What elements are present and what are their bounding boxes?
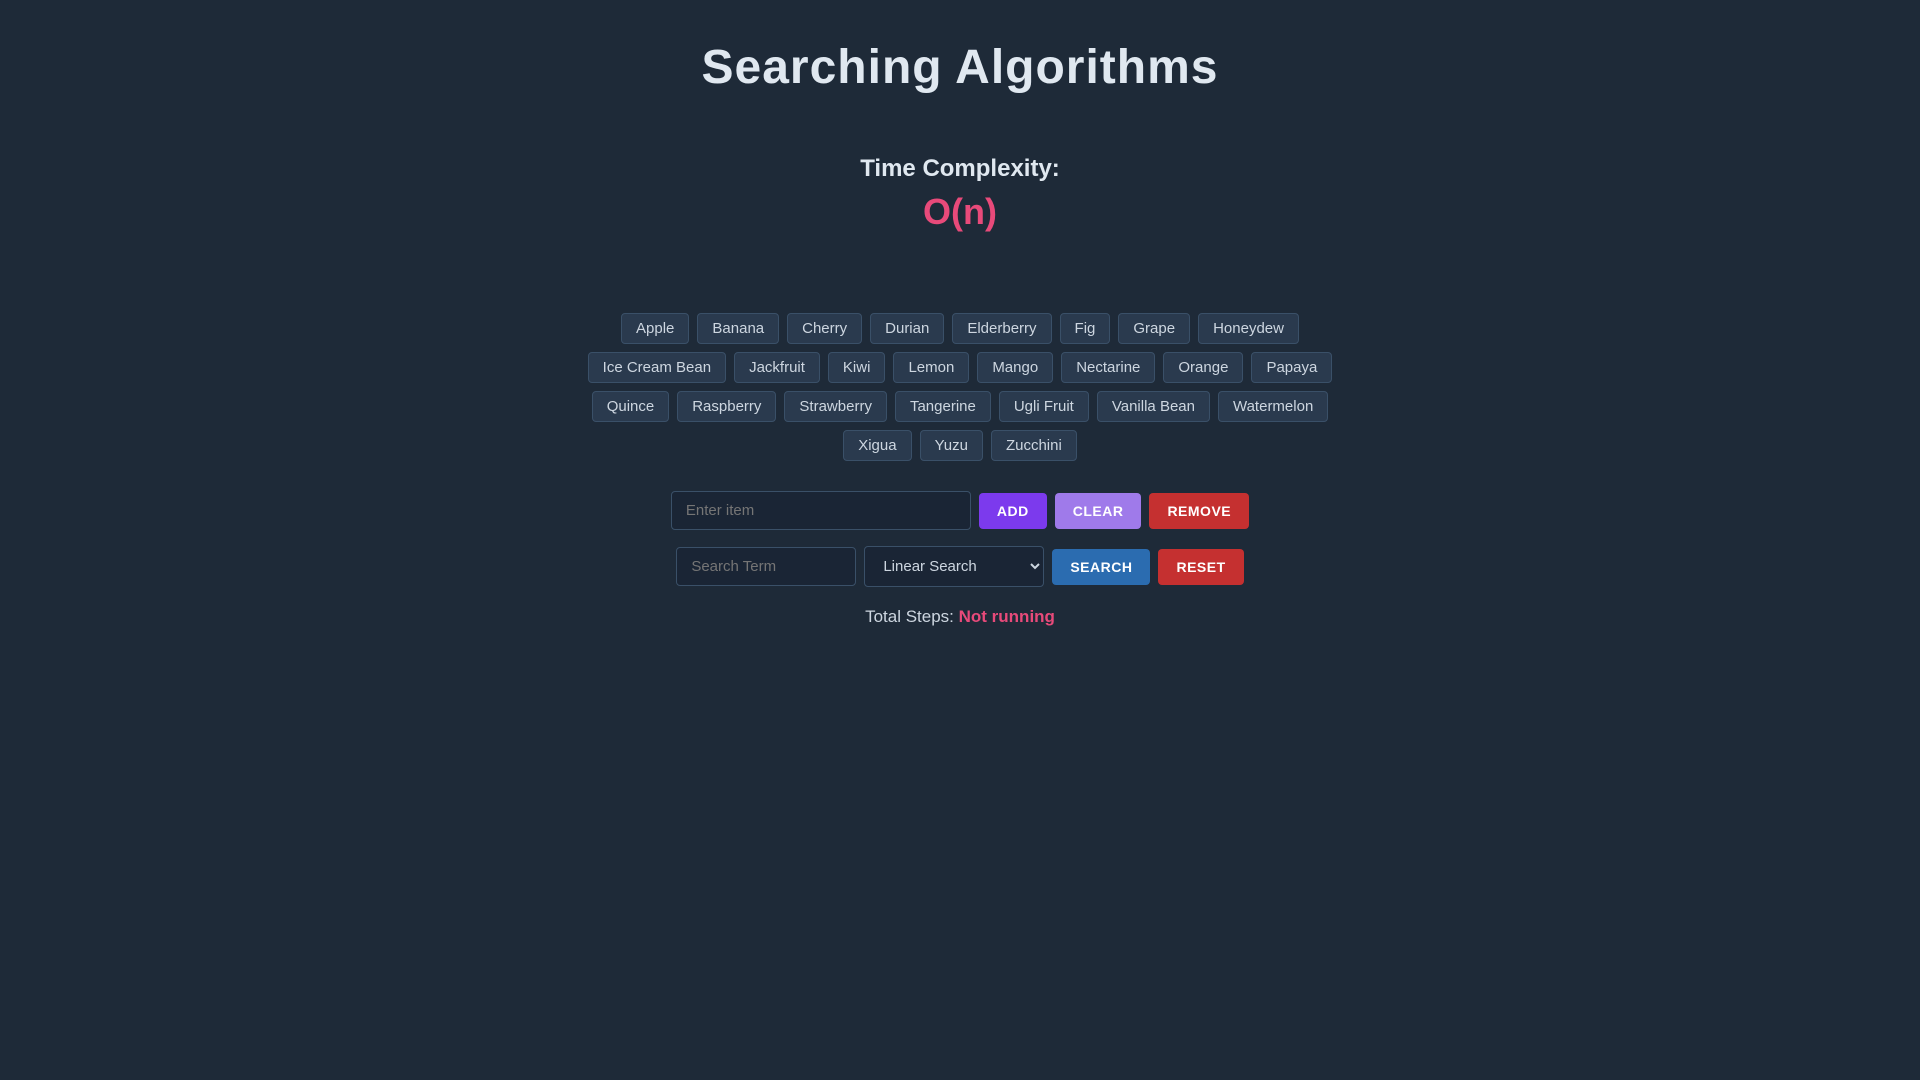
array-item: Orange bbox=[1163, 352, 1243, 383]
search-button[interactable]: SEARCH bbox=[1052, 549, 1150, 585]
clear-button[interactable]: CLEAR bbox=[1055, 493, 1142, 529]
controls-container: ADD CLEAR REMOVE Linear SearchBinary Sea… bbox=[671, 491, 1249, 587]
remove-button[interactable]: REMOVE bbox=[1149, 493, 1249, 529]
array-item: Apple bbox=[621, 313, 689, 344]
total-steps-label: Total Steps: bbox=[865, 607, 954, 626]
time-complexity-value: O(n) bbox=[860, 191, 1060, 233]
array-item: Ice Cream Bean bbox=[588, 352, 726, 383]
array-container: Apple Banana Cherry Durian Elderberry FigGrap… bbox=[560, 313, 1360, 461]
array-item: Yuzu bbox=[920, 430, 983, 461]
array-item: Banana bbox=[697, 313, 779, 344]
search-input[interactable] bbox=[676, 547, 856, 586]
array-item: Elderberry bbox=[952, 313, 1051, 344]
array-item: Tangerine bbox=[895, 391, 991, 422]
array-item: Xigua bbox=[843, 430, 911, 461]
array-item: Jackfruit bbox=[734, 352, 820, 383]
array-item: Papaya bbox=[1251, 352, 1332, 383]
add-row: ADD CLEAR REMOVE bbox=[671, 491, 1249, 530]
array-item: Strawberry bbox=[784, 391, 887, 422]
add-button[interactable]: ADD bbox=[979, 493, 1047, 529]
array-item: Watermelon bbox=[1218, 391, 1328, 422]
array-item: Vanilla Bean bbox=[1097, 391, 1210, 422]
search-algorithm-select[interactable]: Linear SearchBinary Search bbox=[864, 546, 1044, 587]
array-item: Mango bbox=[977, 352, 1053, 383]
array-item: Fig bbox=[1060, 313, 1111, 344]
array-item: Durian bbox=[870, 313, 944, 344]
array-item: Ugli Fruit bbox=[999, 391, 1089, 422]
array-item: Grape bbox=[1118, 313, 1190, 344]
array-item: Zucchini bbox=[991, 430, 1077, 461]
page-title: Searching Algorithms bbox=[702, 40, 1219, 95]
array-item: Nectarine bbox=[1061, 352, 1155, 383]
time-complexity-section: Time Complexity: O(n) bbox=[860, 95, 1060, 233]
total-steps-value: Not running bbox=[959, 607, 1055, 626]
reset-button[interactable]: RESET bbox=[1158, 549, 1243, 585]
array-item: Lemon bbox=[893, 352, 969, 383]
array-item: Honeydew bbox=[1198, 313, 1299, 344]
array-item: Quince bbox=[592, 391, 670, 422]
search-row: Linear SearchBinary Search SEARCH RESET bbox=[676, 546, 1243, 587]
time-complexity-label: Time Complexity: bbox=[860, 155, 1060, 183]
add-item-input[interactable] bbox=[671, 491, 971, 530]
array-item: Raspberry bbox=[677, 391, 776, 422]
array-item: Cherry bbox=[787, 313, 862, 344]
total-steps-section: Total Steps: Not running bbox=[865, 607, 1055, 627]
array-item: Kiwi bbox=[828, 352, 886, 383]
